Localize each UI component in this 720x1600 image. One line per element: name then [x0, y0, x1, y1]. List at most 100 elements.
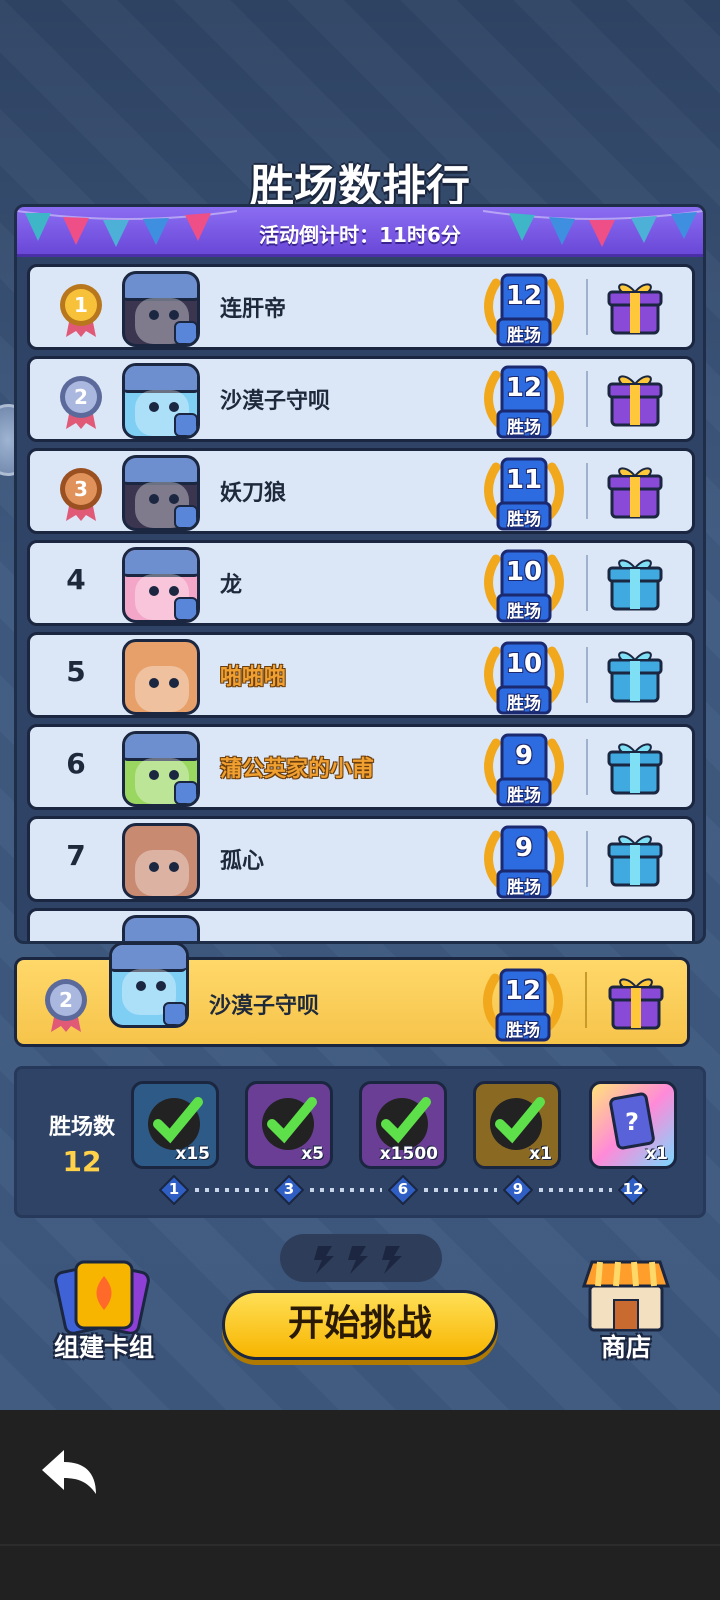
leaderboard-row[interactable]: 2 沙漠子守呗 12 胜场: [27, 356, 695, 442]
start-challenge-button[interactable]: 开始挑战: [222, 1290, 498, 1360]
leaderboard-row[interactable]: 3 妖刀狼 11 胜场: [27, 448, 695, 534]
wins-badge: 10 胜场: [482, 639, 566, 717]
wins-badge: 11 胜场: [482, 455, 566, 533]
shop-button[interactable]: 商店: [576, 1256, 676, 1366]
medal-rank-text: 2: [59, 988, 73, 1012]
player-name: 妖刀狼: [220, 481, 287, 506]
leaderboard-row[interactable]: 6 蒲公英家的小甫 9 胜场: [27, 724, 695, 810]
wins-badge: 12 胜场: [482, 271, 566, 349]
player-avatar[interactable]: [122, 455, 200, 531]
reward-count: x1: [529, 1144, 552, 1164]
player-avatar[interactable]: [122, 547, 200, 623]
purple-gift-icon[interactable]: [606, 461, 664, 521]
back-arrow-icon[interactable]: [34, 1444, 104, 1504]
purple-gift-icon[interactable]: [606, 369, 664, 429]
milestone-marker: 9: [503, 1175, 533, 1205]
countdown-text: 活动倒计时：11时6分: [259, 223, 461, 247]
milestone-value: 9: [512, 1180, 524, 1198]
rank-medal-icon: 1: [56, 281, 106, 339]
divider: [586, 647, 588, 703]
milestone-marker: 6: [388, 1175, 418, 1205]
leaderboard-row[interactable]: 1 连肝帝 12 胜场: [27, 264, 695, 350]
build-deck-label: 组建卡组: [53, 1333, 154, 1362]
wins-badge: 9 胜场: [482, 731, 566, 809]
divider: [585, 972, 587, 1028]
wins-number: 12: [505, 373, 543, 403]
medal-rank-text: 1: [74, 293, 88, 317]
blue-gift-icon[interactable]: [606, 737, 664, 797]
leaderboard-row[interactable]: 5 啪啪啪 10 胜场: [27, 632, 695, 718]
medal-rank-text: 2: [74, 385, 88, 409]
reward-tier[interactable]: ? x1: [589, 1081, 677, 1169]
player-avatar[interactable]: [122, 639, 200, 715]
player-name: 连肝帝: [220, 297, 287, 322]
hood-badge-icon: [174, 597, 197, 620]
hood-badge-icon: [174, 781, 197, 804]
wins-label: 胜场: [507, 326, 541, 346]
reward-tier[interactable]: x1500: [359, 1081, 447, 1169]
wins-label: 胜场: [507, 602, 541, 622]
hood-badge-icon: [174, 413, 197, 436]
shop-icon: [581, 1260, 671, 1332]
blue-gift-icon[interactable]: [606, 553, 664, 613]
milestone-marker: 3: [274, 1175, 304, 1205]
hood-badge-icon: [174, 321, 197, 344]
leaderboard-panel[interactable]: 活动倒计时：11时6分 1 连肝帝 12 胜场 2 沙漠子守呗 12 胜场 3 …: [14, 204, 706, 944]
player-avatar[interactable]: [122, 271, 200, 347]
milestone-value: 6: [397, 1180, 409, 1198]
divider: [586, 739, 588, 795]
player-avatar[interactable]: [122, 823, 200, 899]
rank-number: 6: [66, 747, 86, 780]
win-progress-panel: 胜场数 12 x15 x5 x1500 x1 ? x1 1 3 6 9 12: [14, 1066, 706, 1218]
player-avatar[interactable]: [122, 363, 200, 439]
progress-dots: [424, 1188, 497, 1192]
player-name: 啪啪啪: [220, 665, 287, 690]
milestone-value: 12: [622, 1180, 644, 1198]
leaderboard-row-partial[interactable]: [27, 908, 695, 941]
purple-gift-icon[interactable]: [606, 277, 664, 337]
reward-count: x5: [301, 1144, 324, 1164]
reward-count: x1: [645, 1144, 668, 1164]
leaderboard-row[interactable]: 4 龙 10 胜场: [27, 540, 695, 626]
my-avatar[interactable]: [109, 942, 189, 1028]
reward-tier[interactable]: x1: [473, 1081, 561, 1169]
wins-label: 胜场: [507, 510, 541, 530]
win-count-value: 12: [62, 1145, 102, 1178]
reward-count: x15: [175, 1144, 210, 1164]
system-navigation-bar: [0, 1410, 720, 1600]
milestone-value: 1: [168, 1180, 180, 1198]
rank-medal-icon: 2: [41, 976, 91, 1034]
rank-medal-icon: 2: [56, 373, 106, 431]
blue-gift-icon[interactable]: [606, 645, 664, 705]
player-avatar[interactable]: [122, 731, 200, 807]
reward-tier[interactable]: x5: [245, 1081, 333, 1169]
progress-dots: [539, 1188, 612, 1192]
wins-label: 胜场: [507, 418, 541, 438]
divider: [586, 463, 588, 519]
wins-number: 11: [505, 465, 543, 495]
reward-tier[interactable]: x15: [131, 1081, 219, 1169]
svg-text:?: ?: [625, 1108, 639, 1136]
rank-number: 5: [66, 655, 86, 688]
wins-number: 12: [504, 976, 542, 1006]
wins-number: 12: [505, 281, 543, 311]
blue-gift-icon[interactable]: [606, 829, 664, 889]
divider: [586, 831, 588, 887]
hood-badge-icon: [174, 505, 197, 528]
wins-badge: 10 胜场: [482, 547, 566, 625]
my-rank-row[interactable]: 2 沙漠子守呗 12 胜场: [14, 942, 690, 1047]
wins-number: 9: [514, 741, 534, 771]
player-name: 孤心: [220, 849, 265, 874]
progress-dots: [310, 1188, 382, 1192]
purple-gift-icon[interactable]: [607, 972, 665, 1032]
wins-number: 9: [514, 833, 534, 863]
player-name: 沙漠子守呗: [220, 389, 331, 414]
divider: [586, 555, 588, 611]
leaderboard-row[interactable]: 7 孤心 9 胜场: [27, 816, 695, 902]
build-deck-button[interactable]: 组建卡组: [44, 1254, 164, 1364]
shop-label: 商店: [600, 1333, 651, 1362]
wins-number: 10: [505, 649, 543, 679]
win-count-label: 胜场数: [48, 1115, 115, 1140]
wins-badge: 9 胜场: [482, 823, 566, 901]
rank-number: 4: [66, 563, 86, 596]
